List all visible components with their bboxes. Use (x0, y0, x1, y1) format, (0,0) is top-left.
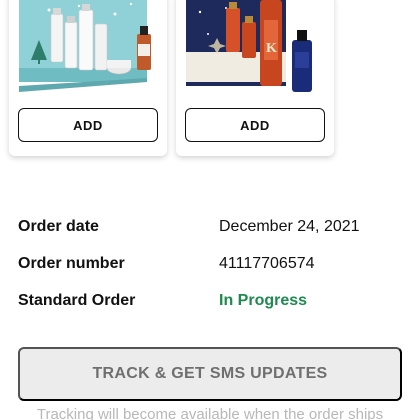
order-confirmation-page: ADD K ADD Order date December 24, 2021 O… (0, 0, 420, 420)
track-sms-updates-button[interactable]: TRACK & GET SMS UPDATES (18, 347, 402, 401)
product-image-kerastase[interactable]: K (186, 0, 324, 94)
product-card-kiehls: ADD (9, 0, 167, 156)
tracking-note: Tracking will become available when the … (36, 406, 384, 420)
order-type-label: Standard Order (18, 292, 136, 309)
order-date-label: Order date (18, 218, 99, 235)
order-date-value: December 24, 2021 (219, 218, 360, 235)
add-button[interactable]: ADD (18, 108, 158, 142)
order-date-row: Order date December 24, 2021 (18, 218, 408, 240)
order-status-value: In Progress (219, 292, 308, 309)
product-image-kiehls[interactable] (19, 0, 157, 94)
add-button[interactable]: ADD (185, 108, 325, 142)
product-card-kerastase: K ADD (176, 0, 334, 156)
order-number-label: Order number (18, 255, 125, 272)
order-status-row: Standard Order In Progress (18, 292, 408, 314)
order-number-value: 41117706574 (219, 255, 315, 272)
order-number-row: Order number 41117706574 (18, 255, 408, 277)
svg-text:K: K (266, 41, 277, 56)
